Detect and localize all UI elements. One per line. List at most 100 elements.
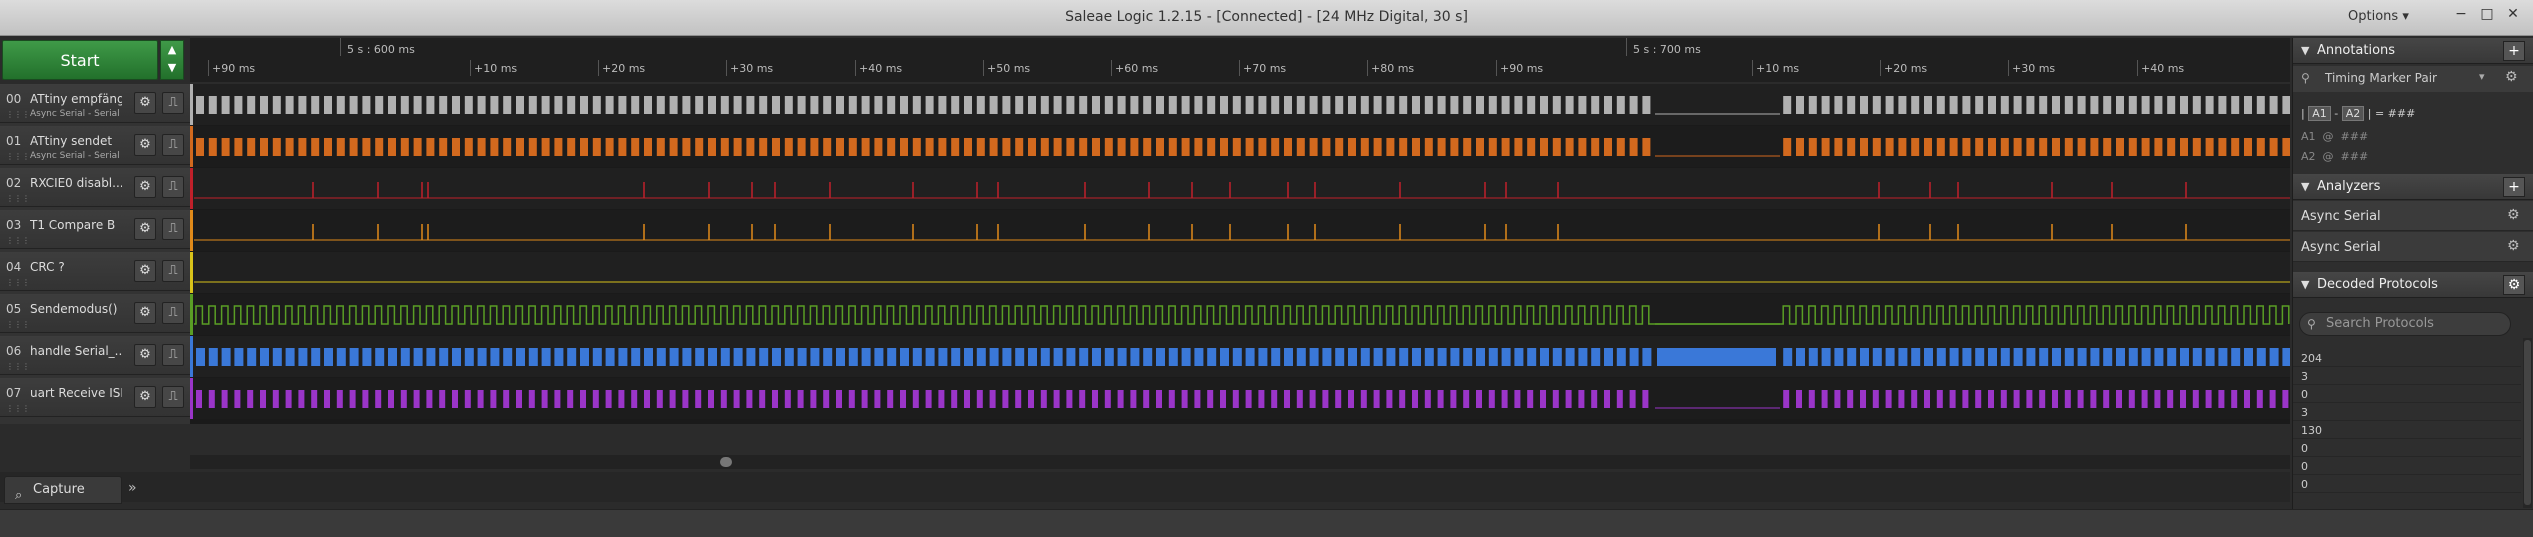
add-annotation-button[interactable]: +	[2503, 41, 2525, 61]
gear-icon[interactable]: ⚙	[2507, 238, 2520, 254]
gear-icon[interactable]: ⚙	[134, 302, 156, 324]
drag-handle-icon[interactable]: ⋮⋮⋮	[6, 194, 30, 203]
signal-pulse	[2026, 138, 2035, 156]
horizontal-scrollbar[interactable]	[190, 455, 2290, 469]
channel-name[interactable]: CRC ?	[30, 260, 122, 274]
channel-row[interactable]: 04 CRC ? ⋮⋮⋮ ⚙ ⎍	[0, 252, 190, 291]
trigger-edge-icon[interactable]: ⎍	[162, 302, 184, 324]
signal-pulse	[388, 138, 396, 156]
signal-pulse	[1936, 348, 1946, 366]
decoded-value: 0	[2301, 460, 2308, 473]
signal-pulse	[964, 138, 972, 156]
gear-icon[interactable]: ⚙	[134, 218, 156, 240]
signal-pulse	[2244, 348, 2253, 366]
decoded-protocols-header[interactable]: ▼ Decoded Protocols ⚙	[2293, 272, 2533, 298]
signal-pulse	[989, 138, 998, 156]
start-button[interactable]: Start	[2, 40, 158, 80]
minimize-button[interactable]: −	[2450, 6, 2472, 24]
signal-pulse	[644, 138, 652, 156]
analyzer-item[interactable]: Async Serial ⚙	[2293, 232, 2533, 262]
decoded-row[interactable]: 130	[2293, 422, 2521, 439]
gear-icon[interactable]: ⚙	[2505, 69, 2518, 85]
scroll-thumb[interactable]	[2524, 340, 2531, 505]
add-analyzer-button[interactable]: +	[2503, 177, 2525, 197]
decoded-row[interactable]: 204	[2293, 350, 2521, 367]
trigger-edge-icon[interactable]: ⎍	[162, 260, 184, 282]
timing-marker-row[interactable]: ⚲ Timing Marker Pair ▾ ⚙	[2293, 66, 2533, 92]
waveform-area[interactable]	[190, 84, 2290, 424]
signal-pulse	[2116, 96, 2124, 114]
channel-name[interactable]: T1 Compare B	[30, 218, 122, 232]
waveform-canvas[interactable]	[190, 84, 2290, 424]
drag-handle-icon[interactable]: ⋮⋮⋮	[6, 236, 30, 245]
options-menu[interactable]: Options ▾	[2348, 9, 2409, 24]
trigger-edge-icon[interactable]: ⎍	[162, 134, 184, 156]
drag-handle-icon[interactable]: ⋮⋮⋮	[6, 362, 30, 371]
drag-handle-icon[interactable]: ⋮⋮⋮	[6, 320, 30, 329]
signal-pulse	[2013, 138, 2022, 156]
gear-icon[interactable]: ⚙	[134, 134, 156, 156]
gear-icon[interactable]: ⚙	[134, 344, 156, 366]
channel-name[interactable]: handle Serial_...	[30, 344, 122, 358]
signal-pulse	[1437, 138, 1446, 156]
trigger-edge-icon[interactable]: ⎍	[162, 176, 184, 198]
signal-pulse	[1284, 138, 1292, 156]
channel-row[interactable]: 01 ATtiny sendet Async Serial - Serial ⋮⋮⋮ ⚙…	[0, 126, 190, 165]
chevron-down-icon[interactable]: ▾	[2479, 70, 2485, 83]
signal-pulse	[2269, 390, 2276, 408]
channel-row[interactable]: 05 Sendemodus() ⋮⋮⋮ ⚙ ⎍	[0, 294, 190, 333]
analyzer-item[interactable]: Async Serial ⚙	[2293, 201, 2533, 231]
gear-icon[interactable]: ⚙	[2507, 207, 2520, 223]
signal-pulse	[388, 348, 397, 366]
decoded-row[interactable]: 3	[2293, 404, 2521, 421]
signal-pulse	[1002, 96, 1011, 114]
gear-icon[interactable]: ⚙	[134, 92, 156, 114]
trigger-edge-icon[interactable]: ⎍	[162, 386, 184, 408]
gear-icon[interactable]: ⚙	[134, 386, 156, 408]
gear-icon[interactable]: ⚙	[134, 260, 156, 282]
search-protocols-input[interactable]: Search Protocols	[2299, 312, 2511, 336]
drag-handle-icon[interactable]: ⋮⋮⋮	[6, 152, 30, 161]
signal-pulse	[221, 138, 230, 156]
signal-pulse	[1040, 390, 1047, 408]
annotations-header[interactable]: ▼ Annotations +	[2293, 38, 2533, 64]
channel-row[interactable]: 00 ATtiny empfängt Async Serial - Serial ⋮⋮…	[0, 84, 190, 123]
decoded-row[interactable]: 0	[2293, 440, 2521, 457]
channel-row[interactable]: 03 T1 Compare B ⋮⋮⋮ ⚙ ⎍	[0, 210, 190, 249]
channel-name[interactable]: ATtiny empfängt	[30, 92, 122, 106]
signal-pulse	[836, 348, 845, 366]
channel-name[interactable]: RXCIE0 disabl...	[30, 176, 122, 190]
signal-pulse	[272, 138, 281, 156]
start-options-button[interactable]: ▲ ▼	[160, 40, 184, 80]
decoded-row[interactable]: 3	[2293, 368, 2521, 385]
timeline-header[interactable]: 5 s : 600 ms 5 s : 700 ms +90 ms +10 ms +2…	[190, 38, 2290, 82]
channel-row[interactable]: 02 RXCIE0 disabl... ⋮⋮⋮ ⚙ ⎍	[0, 168, 190, 207]
scroll-thumb[interactable]	[720, 457, 732, 467]
channel-row[interactable]: 06 handle Serial_... ⋮⋮⋮ ⚙ ⎍	[0, 336, 190, 375]
drag-handle-icon[interactable]: ⋮⋮⋮	[6, 404, 30, 413]
decoded-row[interactable]: 0	[2293, 458, 2521, 475]
channel-name[interactable]: ATtiny sendet	[30, 134, 122, 148]
gear-icon[interactable]: ⚙	[134, 176, 156, 198]
expand-tabs-button[interactable]: »	[128, 480, 137, 496]
trigger-edge-icon[interactable]: ⎍	[162, 92, 184, 114]
decoded-scrollbar[interactable]	[2523, 338, 2532, 508]
channel-row[interactable]: 07 uart Receive ISR ⋮⋮⋮ ⚙ ⎍	[0, 378, 190, 417]
decoded-row[interactable]: 0	[2293, 386, 2521, 403]
capture-tab[interactable]: ⌕ Capture	[4, 476, 122, 504]
trigger-edge-icon[interactable]: ⎍	[162, 218, 184, 240]
drag-handle-icon[interactable]: ⋮⋮⋮	[6, 110, 30, 119]
drag-handle-icon[interactable]: ⋮⋮⋮	[6, 278, 30, 287]
signal-pulse	[1847, 96, 1856, 114]
signal-pulse	[2192, 390, 2199, 408]
maximize-button[interactable]: □	[2476, 6, 2498, 24]
decoded-row[interactable]: 0	[2293, 476, 2521, 493]
signal-pulse	[1821, 138, 1830, 156]
signal-pulse	[580, 96, 588, 114]
close-button[interactable]: ✕	[2502, 6, 2524, 24]
analyzers-header[interactable]: ▼ Analyzers +	[2293, 174, 2533, 200]
trigger-edge-icon[interactable]: ⎍	[162, 344, 184, 366]
channel-name[interactable]: uart Receive ISR	[30, 386, 122, 400]
decoded-settings-button[interactable]: ⚙	[2503, 275, 2525, 295]
channel-name[interactable]: Sendemodus()	[30, 302, 122, 316]
